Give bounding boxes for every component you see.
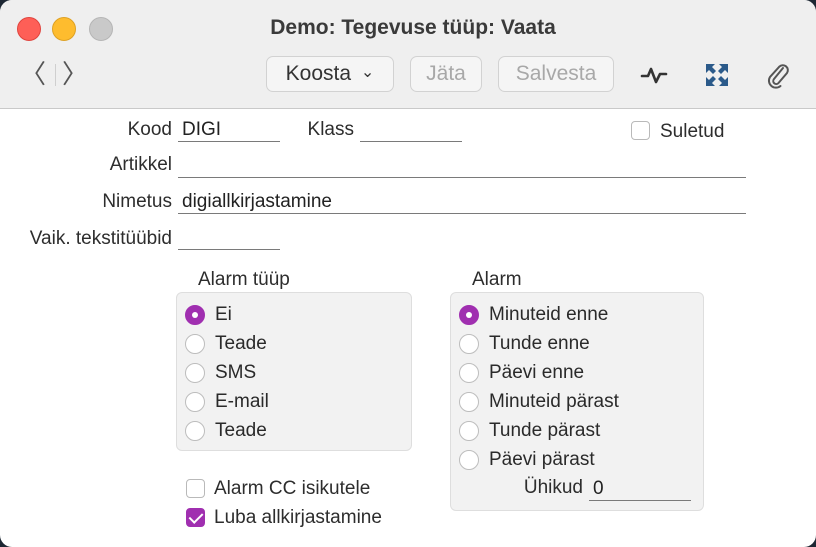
luba-allkirjastamine-checkbox[interactable] xyxy=(186,508,205,527)
radio-label: E-mail xyxy=(215,391,269,412)
radio-label: SMS xyxy=(215,362,257,383)
app-window: Demo: Tegevuse tüüp: Vaata 〈 〉 Koosta ⌄ … xyxy=(0,0,816,547)
title-bar: Demo: Tegevuse tüüp: Vaata 〈 〉 Koosta ⌄ … xyxy=(0,0,816,109)
forward-button[interactable]: 〉 xyxy=(62,62,88,88)
radio-button[interactable] xyxy=(185,363,205,383)
chevron-down-icon: ⌄ xyxy=(360,64,375,81)
alarm-cc-label: Alarm CC isikutele xyxy=(214,478,371,499)
suletud-checkbox[interactable] xyxy=(631,121,650,140)
paperclip-icon[interactable] xyxy=(763,60,793,90)
kood-label: Kood xyxy=(127,119,172,140)
radio-button[interactable] xyxy=(185,421,205,441)
luba-allkirjastamine-label: Luba allkirjastamine xyxy=(214,507,382,528)
radio-button[interactable] xyxy=(459,392,479,412)
radio-label: Teade xyxy=(215,333,267,354)
nimetus-label: Nimetus xyxy=(102,191,172,212)
alarm-group: Minuteid enne Tunde enne Päevi enne Minu… xyxy=(450,292,704,511)
expand-icon[interactable] xyxy=(702,60,732,90)
skip-button[interactable]: Jäta xyxy=(410,56,482,92)
radio-label: Tunde enne xyxy=(489,333,590,354)
alarm-type-group: Ei Teade SMS E-mail Teade xyxy=(176,292,412,451)
save-button[interactable]: Salvesta xyxy=(498,56,614,92)
klass-label: Klass xyxy=(307,119,354,140)
window-title: Demo: Tegevuse tüüp: Vaata xyxy=(270,16,556,39)
radio-button[interactable] xyxy=(185,305,205,325)
nimetus-field[interactable]: digiallkirjastamine xyxy=(178,190,746,214)
compose-button[interactable]: Koosta ⌄ xyxy=(266,56,394,92)
radio-button[interactable] xyxy=(459,363,479,383)
kood-field[interactable]: DIGI xyxy=(178,118,280,142)
radio-button[interactable] xyxy=(459,450,479,470)
back-button[interactable]: 〈 xyxy=(20,62,46,88)
uhikud-field[interactable]: 0 xyxy=(589,477,691,501)
radio-label: Minuteid pärast xyxy=(489,391,619,412)
radio-button[interactable] xyxy=(459,334,479,354)
radio-button[interactable] xyxy=(459,421,479,441)
nav-divider xyxy=(55,64,56,86)
klass-field[interactable] xyxy=(360,118,462,142)
radio-button[interactable] xyxy=(185,392,205,412)
alarm-title: Alarm xyxy=(472,269,522,290)
compose-label: Koosta xyxy=(285,62,352,85)
radio-label: Ei xyxy=(215,304,232,325)
radio-label: Päevi pärast xyxy=(489,449,595,470)
alarm-type-title: Alarm tüüp xyxy=(198,269,290,290)
radio-label: Minuteid enne xyxy=(489,304,609,325)
radio-button[interactable] xyxy=(459,305,479,325)
radio-button[interactable] xyxy=(185,334,205,354)
artikkel-field[interactable] xyxy=(178,154,746,178)
uhikud-label: Ühikud xyxy=(523,477,583,498)
alarm-cc-checkbox[interactable] xyxy=(186,479,205,498)
radio-label: Päevi enne xyxy=(489,362,585,383)
artikkel-label: Artikkel xyxy=(109,154,172,175)
radio-label: Teade xyxy=(215,420,267,441)
form-area: Kood DIGI Klass Suletud Artikkel Nimetus… xyxy=(0,109,816,547)
vaik-tekstituubid-field[interactable] xyxy=(178,226,280,250)
suletud-label: Suletud xyxy=(660,121,725,142)
activity-icon[interactable] xyxy=(639,60,669,90)
radio-label: Tunde pärast xyxy=(489,420,601,441)
vaik-tekstituubid-label: Vaik. tekstitüübid xyxy=(29,228,172,249)
